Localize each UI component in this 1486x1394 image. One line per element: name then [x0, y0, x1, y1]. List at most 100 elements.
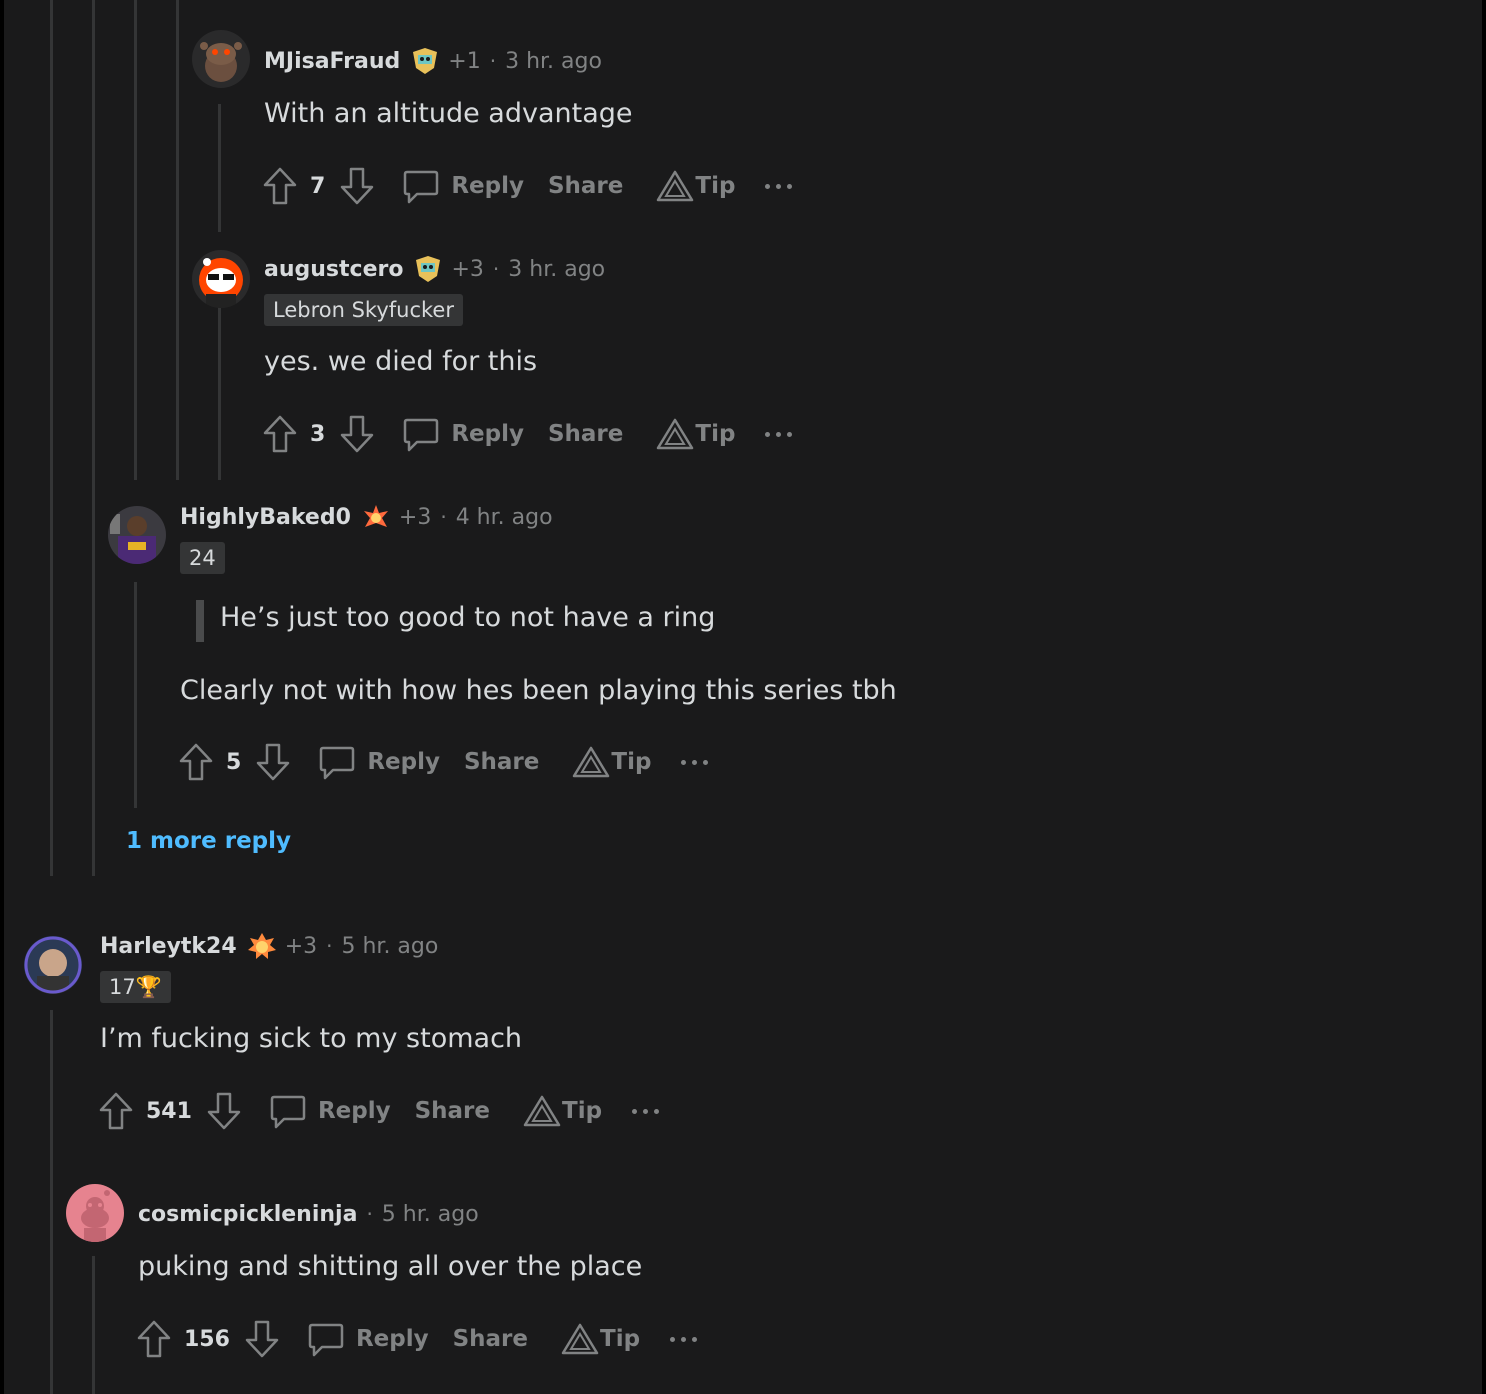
- tip-label: Tip: [600, 1326, 641, 1352]
- vote-count: 5: [226, 749, 242, 775]
- avatar[interactable]: [192, 30, 250, 88]
- tip-button[interactable]: Tip: [560, 1322, 640, 1356]
- award-count: +1: [448, 48, 481, 74]
- comment-body: I’m fucking sick to my stomach: [100, 1023, 523, 1054]
- tip-button[interactable]: Tip: [655, 169, 735, 203]
- thread-line[interactable]: [134, 0, 137, 480]
- username[interactable]: augustcero: [264, 257, 403, 282]
- reply-label: Reply: [451, 421, 524, 447]
- timestamp[interactable]: 3 hr. ago: [508, 257, 605, 282]
- downvote-icon[interactable]: [337, 412, 377, 456]
- award-count: +3: [398, 504, 432, 530]
- more-options-icon[interactable]: [681, 759, 709, 765]
- quoted-text: He’s just too good to not have a ring: [220, 602, 716, 633]
- more-options-icon[interactable]: [765, 183, 793, 189]
- upvote-icon[interactable]: [96, 1089, 136, 1133]
- tip-label: Tip: [611, 749, 652, 775]
- username[interactable]: MJisaFraud: [264, 49, 400, 74]
- action-bar: 5 Reply Share Tip: [176, 740, 709, 784]
- comment-header: MJisaFraud +1 · 3 hr. ago: [264, 44, 602, 78]
- timestamp[interactable]: 3 hr. ago: [505, 49, 602, 74]
- username[interactable]: HighlyBaked0: [180, 505, 351, 530]
- share-label: Share: [463, 749, 540, 775]
- timestamp[interactable]: 5 hr. ago: [382, 1202, 479, 1227]
- thread-line[interactable]: [176, 0, 179, 480]
- thread-line[interactable]: [218, 306, 221, 480]
- user-flair: 24: [180, 542, 225, 574]
- award-icon[interactable]: [361, 502, 391, 532]
- vote-count: 156: [184, 1326, 230, 1352]
- tip-triangle-icon: [522, 1094, 562, 1128]
- tip-label: Tip: [695, 421, 736, 447]
- user-flair: Lebron Skyfucker: [264, 294, 463, 326]
- separator-dot: ·: [440, 505, 447, 529]
- reply-button[interactable]: Reply: [401, 414, 524, 454]
- timestamp[interactable]: 4 hr. ago: [456, 505, 553, 530]
- tip-triangle-icon: [560, 1322, 600, 1356]
- upvote-icon[interactable]: [176, 740, 216, 784]
- comment-bubble-icon: [268, 1091, 308, 1131]
- reply-button[interactable]: Reply: [317, 742, 440, 782]
- thread-line[interactable]: [92, 0, 95, 876]
- reply-label: Reply: [451, 173, 524, 199]
- username[interactable]: Harleytk24: [100, 934, 237, 959]
- tip-label: Tip: [695, 173, 736, 199]
- share-button[interactable]: Share: [548, 173, 623, 199]
- downvote-icon[interactable]: [253, 740, 293, 784]
- downvote-icon[interactable]: [242, 1317, 282, 1361]
- comment-header: augustcero +3 · 3 hr. ago: [264, 252, 605, 286]
- timestamp[interactable]: 5 hr. ago: [341, 934, 438, 959]
- user-flair: 17🏆: [100, 971, 171, 1003]
- award-icon[interactable]: [247, 931, 277, 961]
- action-bar: 541 Reply Share Tip: [96, 1089, 660, 1133]
- thread-line[interactable]: [50, 1010, 53, 1394]
- more-options-icon[interactable]: [670, 1336, 698, 1342]
- thread-line[interactable]: [50, 0, 53, 876]
- more-options-icon[interactable]: [632, 1108, 660, 1114]
- window-edge-right: [1482, 0, 1486, 1394]
- username[interactable]: cosmicpickleninja: [138, 1202, 357, 1227]
- upvote-icon[interactable]: [134, 1317, 174, 1361]
- downvote-icon[interactable]: [204, 1089, 244, 1133]
- reply-button[interactable]: Reply: [268, 1091, 391, 1131]
- upvote-icon[interactable]: [260, 164, 300, 208]
- comment-header: Harleytk24 +3 · 5 hr. ago: [100, 929, 438, 963]
- reply-label: Reply: [317, 1098, 391, 1124]
- avatar[interactable]: [192, 250, 250, 308]
- share-label: Share: [452, 1326, 528, 1352]
- thread-line[interactable]: [134, 582, 137, 808]
- tip-button[interactable]: Tip: [571, 745, 651, 779]
- more-replies-link[interactable]: 1 more reply: [126, 828, 291, 854]
- action-bar: 3 Reply Share Tip: [260, 412, 793, 456]
- share-button[interactable]: Share: [464, 749, 539, 775]
- comment-body: puking and shitting all over the place: [138, 1251, 643, 1282]
- tip-label: Tip: [562, 1098, 603, 1124]
- avatar[interactable]: [24, 936, 82, 994]
- share-button[interactable]: Share: [548, 421, 623, 447]
- vote-count: 3: [310, 421, 326, 447]
- comment-bubble-icon: [401, 414, 441, 454]
- share-button[interactable]: Share: [453, 1326, 528, 1352]
- downvote-icon[interactable]: [337, 164, 377, 208]
- tip-triangle-icon: [571, 745, 611, 779]
- comment-bubble-icon: [317, 742, 357, 782]
- comment-body: Clearly not with how hes been playing th…: [180, 675, 897, 706]
- thread-line[interactable]: [218, 104, 221, 232]
- reply-button[interactable]: Reply: [401, 166, 524, 206]
- reply-button[interactable]: Reply: [306, 1319, 429, 1359]
- comment-header: cosmicpickleninja · 5 hr. ago: [138, 1197, 479, 1231]
- tip-button[interactable]: Tip: [522, 1094, 602, 1128]
- tip-button[interactable]: Tip: [655, 417, 735, 451]
- thread-line[interactable]: [92, 1256, 95, 1394]
- more-options-icon[interactable]: [765, 431, 793, 437]
- award-icon[interactable]: [410, 46, 440, 76]
- award-icon[interactable]: [413, 254, 443, 284]
- share-label: Share: [547, 421, 624, 447]
- upvote-icon[interactable]: [260, 412, 300, 456]
- comment-bubble-icon: [306, 1319, 346, 1359]
- share-button[interactable]: Share: [415, 1098, 490, 1124]
- separator-dot: ·: [489, 49, 497, 73]
- separator-dot: ·: [366, 1202, 373, 1226]
- avatar[interactable]: [108, 506, 166, 564]
- avatar[interactable]: [66, 1184, 124, 1242]
